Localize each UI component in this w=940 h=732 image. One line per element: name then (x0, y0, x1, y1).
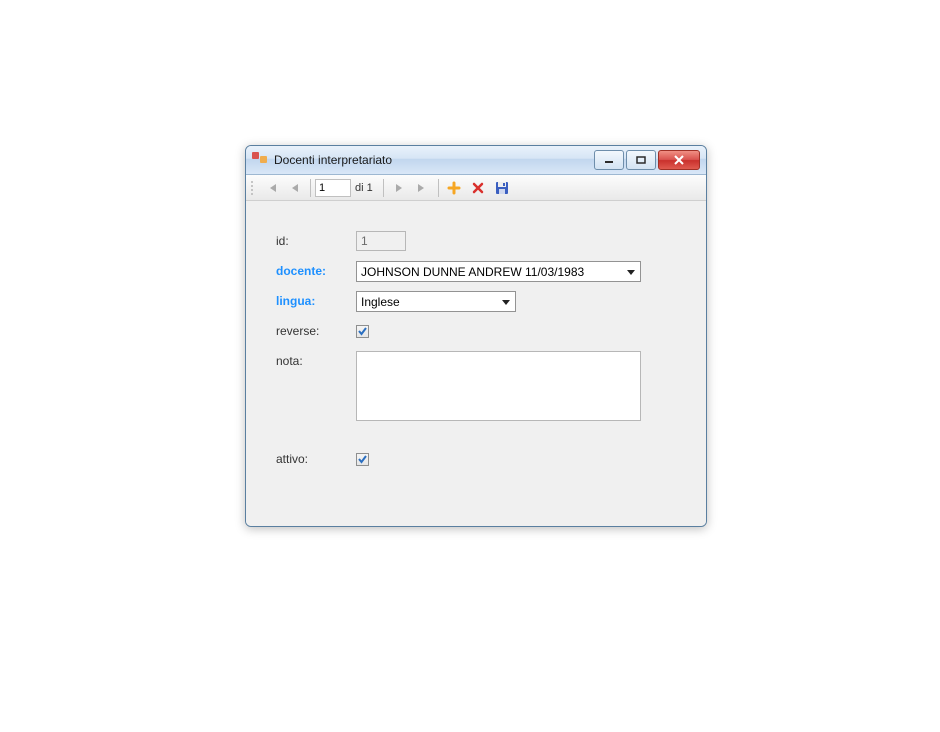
chevron-down-icon (499, 295, 513, 309)
nota-field[interactable] (356, 351, 641, 421)
lingua-combobox[interactable]: Inglese (356, 291, 516, 312)
form-panel: id: docente: JOHNSON DUNNE ANDREW 11/03/… (246, 201, 706, 526)
titlebar: Docenti interpretariato (246, 146, 706, 175)
nav-save-button[interactable] (491, 177, 513, 199)
nav-position-input[interactable] (315, 179, 351, 197)
row-docente: docente: JOHNSON DUNNE ANDREW 11/03/1983 (276, 261, 684, 285)
nav-first-button[interactable] (260, 177, 282, 199)
chevron-down-icon (624, 265, 638, 279)
toolbar-separator (383, 179, 384, 197)
label-nota: nota: (276, 351, 356, 368)
nav-add-button[interactable] (443, 177, 465, 199)
nav-count-label: di 1 (353, 182, 379, 194)
reverse-checkbox[interactable] (356, 325, 369, 338)
label-id: id: (276, 231, 356, 248)
label-attivo: attivo: (276, 449, 356, 466)
id-field (356, 231, 406, 251)
docente-combobox[interactable]: JOHNSON DUNNE ANDREW 11/03/1983 (356, 261, 641, 282)
nav-delete-button[interactable] (467, 177, 489, 199)
window-title: Docenti interpretariato (274, 153, 594, 167)
toolbar-separator (438, 179, 439, 197)
lingua-value: Inglese (361, 295, 499, 309)
docente-value: JOHNSON DUNNE ANDREW 11/03/1983 (361, 265, 624, 279)
row-lingua: lingua: Inglese (276, 291, 684, 315)
toolbar-separator (310, 179, 311, 197)
close-button[interactable] (658, 150, 700, 170)
row-nota: nota: (276, 351, 684, 421)
label-lingua: lingua: (276, 291, 356, 308)
toolbar-grip (250, 180, 256, 196)
label-reverse: reverse: (276, 321, 356, 338)
window-controls (594, 150, 700, 170)
nav-previous-button[interactable] (284, 177, 306, 199)
attivo-checkbox[interactable] (356, 453, 369, 466)
nav-next-button[interactable] (388, 177, 410, 199)
app-icon (252, 152, 268, 168)
nav-last-button[interactable] (412, 177, 434, 199)
row-id: id: (276, 231, 684, 255)
window: Docenti interpretariato di 1 (245, 145, 707, 527)
row-attivo: attivo: (276, 449, 684, 473)
maximize-button[interactable] (626, 150, 656, 170)
row-reverse: reverse: (276, 321, 684, 345)
label-docente: docente: (276, 261, 356, 278)
binding-navigator: di 1 (246, 175, 706, 201)
minimize-button[interactable] (594, 150, 624, 170)
